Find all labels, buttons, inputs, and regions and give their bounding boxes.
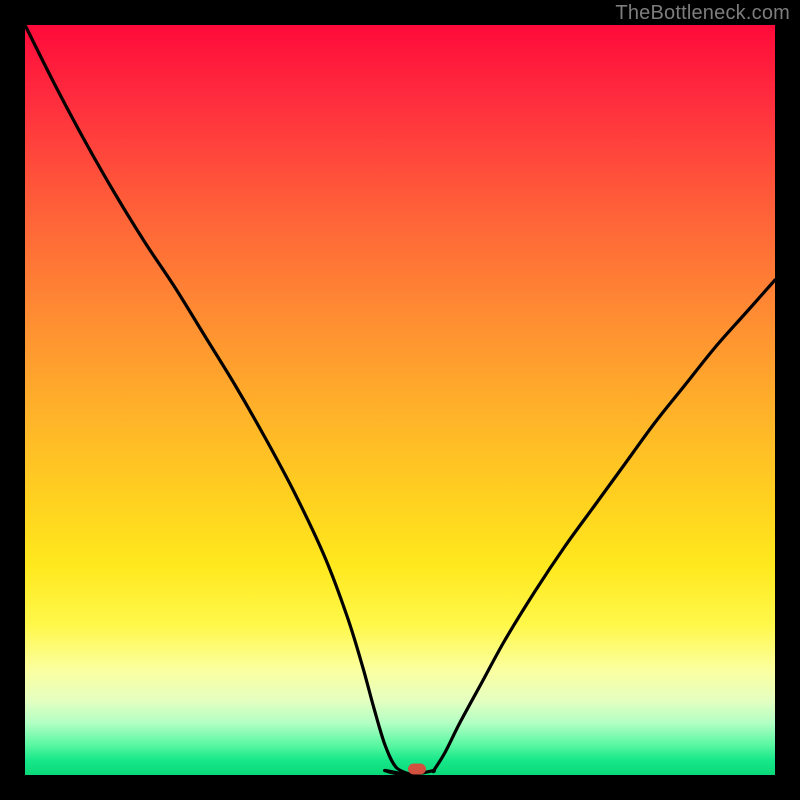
plot-area xyxy=(25,25,775,775)
optimum-marker xyxy=(408,764,426,775)
watermark-text: TheBottleneck.com xyxy=(615,2,790,25)
bottleneck-curve xyxy=(25,25,775,775)
chart-frame: TheBottleneck.com xyxy=(0,0,800,800)
curve-path xyxy=(25,25,775,775)
